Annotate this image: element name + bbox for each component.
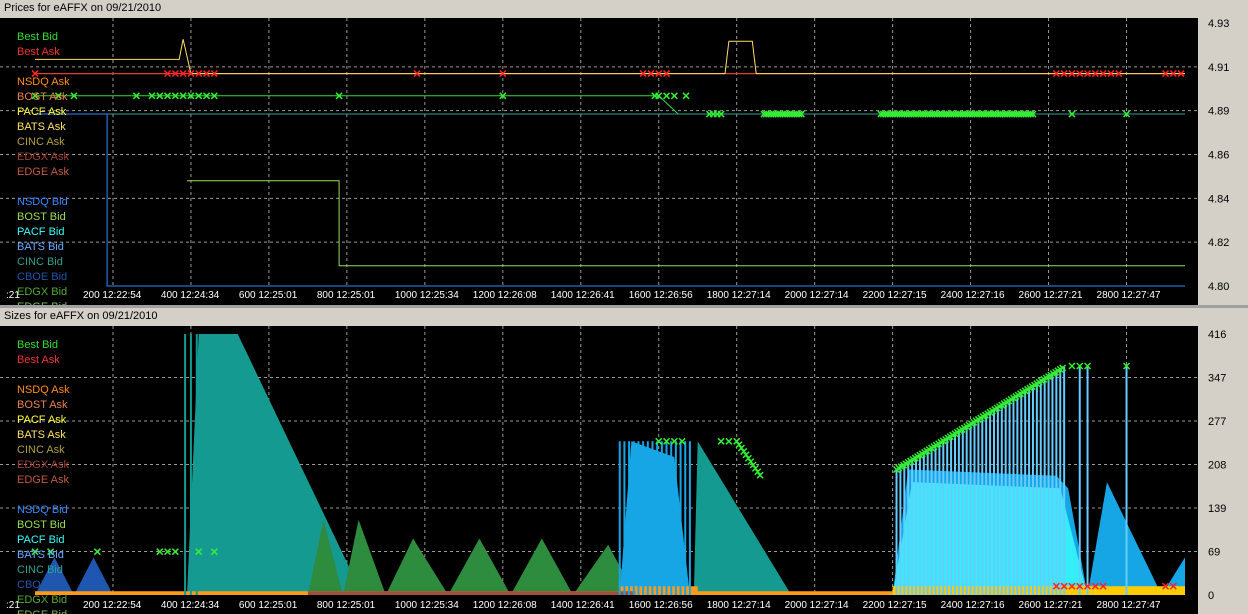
size-legend-label: EDGE Ask bbox=[17, 474, 69, 486]
size-legend-label: BOST Ask bbox=[17, 399, 68, 411]
size-ask-block bbox=[307, 591, 636, 595]
price-x-tick-label: 200 12:22:54 bbox=[83, 290, 142, 301]
price-y-tick-label: 4.84 bbox=[1208, 193, 1229, 205]
size-x-tick-label: 1400 12:26:41 bbox=[551, 600, 615, 611]
price-legend-label: EDGX Ask bbox=[17, 151, 69, 163]
price-legend-label: NSDQ Bid bbox=[17, 196, 68, 208]
size-x-tick-label: 1200 12:26:08 bbox=[473, 600, 537, 611]
size-chart-titlebar: Sizes for eAFFX on 09/21/2010 bbox=[0, 308, 1248, 327]
size-legend-label: BATS Ask bbox=[17, 429, 66, 441]
size-legend-label: EDGE Bid bbox=[17, 609, 67, 614]
size-x-tick-label: 600 12:25:01 bbox=[239, 600, 298, 611]
size-y-tick-label: 0 bbox=[1208, 590, 1214, 602]
size-legend-label: BOST Bid bbox=[17, 519, 66, 531]
price-chart-titlebar: Prices for eAFFX on 09/21/2010 bbox=[0, 0, 1248, 19]
price-legend-label: BATS Ask bbox=[17, 121, 66, 133]
size-chart-svg[interactable]: 416 347 277 208 139 69 0 Best Bid Best Ask NSDQ A… bbox=[0, 326, 1248, 614]
price-legend-label: Best Ask bbox=[17, 46, 60, 58]
price-x-tick-label: 1400 12:26:41 bbox=[551, 290, 615, 301]
price-legend-label: BATS Bid bbox=[17, 241, 64, 253]
price-x-tick-label: 600 12:25:01 bbox=[239, 290, 298, 301]
size-x-tick-label: 2400 12:27:16 bbox=[941, 600, 1005, 611]
price-legend-label: Best Bid bbox=[17, 31, 58, 43]
price-y-tick-label: 4.89 bbox=[1208, 106, 1229, 118]
size-x-tick-label: 200 12:22:54 bbox=[83, 600, 142, 611]
size-x-tick-label: 1000 12:25:34 bbox=[395, 600, 459, 611]
price-legend-label: CBOE Bid bbox=[17, 271, 67, 283]
size-x-tick-label: 2600 12:27:21 bbox=[1019, 600, 1083, 611]
price-y-tick-label: 4.80 bbox=[1208, 281, 1229, 293]
size-x-tick-label: 1800 12:27:14 bbox=[707, 600, 771, 611]
size-x-tick-label: 2000 12:27:14 bbox=[785, 600, 849, 611]
size-chart-panel: Sizes for eAFFX on 09/21/2010 416 347 277 2… bbox=[0, 308, 1248, 614]
size-legend-label: PACF Bid bbox=[17, 534, 64, 546]
price-x-tick-label: 2000 12:27:14 bbox=[785, 290, 849, 301]
price-y-tick-label: 4.91 bbox=[1208, 62, 1229, 74]
price-plot-area bbox=[0, 18, 1198, 305]
size-legend-label: CINC Bid bbox=[17, 564, 63, 576]
price-chart-svg[interactable]: 4.93 4.91 4.89 4.86 4.84 4.82 4.80 Best Bid Best… bbox=[0, 18, 1248, 305]
price-x-tick-label: 2400 12:27:16 bbox=[941, 290, 1005, 301]
price-legend-label: PACF Bid bbox=[17, 226, 64, 238]
size-y-tick-label: 347 bbox=[1208, 373, 1226, 385]
price-x-tick-label: 2200 12:27:15 bbox=[863, 290, 927, 301]
price-x-tick-label: 400 12:24:34 bbox=[161, 290, 220, 301]
price-x-tick-label: 800 12:25:01 bbox=[317, 290, 376, 301]
size-legend-label: EDGX Ask bbox=[17, 459, 69, 471]
price-x-tick-label: :21 bbox=[6, 290, 20, 301]
price-x-tick-label: 2800 12:27:47 bbox=[1097, 290, 1161, 301]
price-y-tick-label: 4.93 bbox=[1208, 18, 1229, 30]
size-chart-title: Sizes for eAFFX on 09/21/2010 bbox=[4, 310, 158, 322]
size-y-tick-label: 277 bbox=[1208, 416, 1226, 428]
price-chart-title: Prices for eAFFX on 09/21/2010 bbox=[4, 2, 162, 14]
size-legend-label: CBOE Bid bbox=[17, 579, 67, 591]
size-x-tick-label: 400 12:24:34 bbox=[161, 600, 220, 611]
price-x-tick-label: 1200 12:26:08 bbox=[473, 290, 537, 301]
price-chart-panel: Prices for eAFFX on 09/21/2010 4.93 4.91 4… bbox=[0, 0, 1248, 306]
price-legend-label: CINC Bid bbox=[17, 256, 63, 268]
price-x-tick-label: 1600 12:26:56 bbox=[629, 290, 693, 301]
price-legend-label: PACF Ask bbox=[17, 106, 67, 118]
price-x-tick-label: 1000 12:25:34 bbox=[395, 290, 459, 301]
size-y-tick-label: 69 bbox=[1208, 547, 1220, 559]
size-y-tick-label: 416 bbox=[1208, 329, 1226, 341]
price-y-tick-label: 4.82 bbox=[1208, 237, 1229, 249]
size-legend-label: PACF Ask bbox=[17, 414, 67, 426]
price-x-tick-label: 1800 12:27:14 bbox=[707, 290, 771, 301]
size-x-tick-label: 800 12:25:01 bbox=[317, 600, 376, 611]
size-legend-label: NSDQ Ask bbox=[17, 384, 70, 396]
price-legend-label: BOST Ask bbox=[17, 91, 68, 103]
size-y-tick-label: 139 bbox=[1208, 503, 1226, 515]
size-x-tick-label: :21 bbox=[6, 600, 20, 611]
size-legend-label: CINC Ask bbox=[17, 444, 65, 456]
size-x-tick-label: 1600 12:26:56 bbox=[629, 600, 693, 611]
price-legend-label: CINC Ask bbox=[17, 136, 65, 148]
size-legend-label: EDGX Bid bbox=[17, 594, 67, 606]
size-x-tick-label: 2200 12:27:15 bbox=[863, 600, 927, 611]
size-legend-label: Best Bid bbox=[17, 339, 58, 351]
price-y-tick-label: 4.86 bbox=[1208, 150, 1229, 162]
price-legend-label: NSDQ Ask bbox=[17, 76, 70, 88]
size-legend-label: NSDQ Bid bbox=[17, 504, 68, 516]
price-x-tick-label: 2600 12:27:21 bbox=[1019, 290, 1083, 301]
price-legend-label: BOST Bid bbox=[17, 211, 66, 223]
size-legend-label: BATS Bid bbox=[17, 549, 64, 561]
price-legend-label: EDGX Bid bbox=[17, 286, 67, 298]
size-legend-label: Best Ask bbox=[17, 354, 60, 366]
size-x-tick-label: 2800 12:27:47 bbox=[1097, 600, 1161, 611]
size-y-tick-label: 208 bbox=[1208, 460, 1226, 472]
price-legend-label: EDGE Ask bbox=[17, 166, 69, 178]
